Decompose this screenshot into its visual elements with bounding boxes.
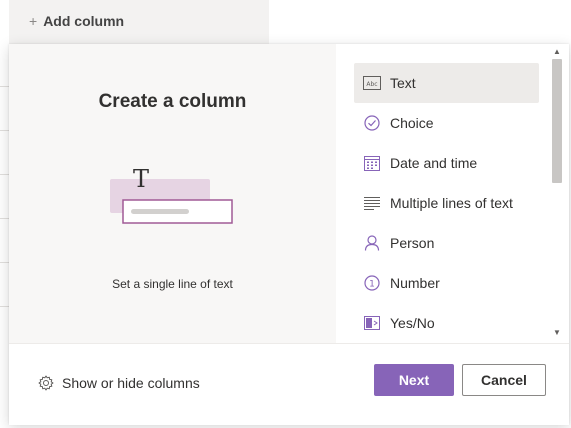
column-type-label: Choice <box>390 115 434 131</box>
multiline-text-icon <box>363 194 381 212</box>
list-header-add-column[interactable]: + Add column <box>9 0 269 44</box>
column-type-choice[interactable]: Choice <box>354 103 539 143</box>
number-circle-icon: 1 <box>363 274 381 292</box>
show-hide-columns-label: Show or hide columns <box>62 375 200 391</box>
column-type-label: Number <box>390 275 440 291</box>
text-column-illustration: T <box>110 165 233 224</box>
preview-pane: Create a column T Set a single line of t… <box>9 44 336 343</box>
dialog-title: Create a column <box>98 91 247 112</box>
scroll-down-icon[interactable]: ▼ <box>553 329 561 337</box>
cancel-button[interactable]: Cancel <box>462 364 546 396</box>
show-hide-columns-link[interactable]: Show or hide columns <box>38 375 200 391</box>
illustration-glyph: T <box>133 165 149 193</box>
list-divider <box>0 218 9 219</box>
plus-icon: + <box>29 13 38 29</box>
list-divider <box>0 306 9 307</box>
column-type-label: Person <box>390 235 435 251</box>
dialog-footer: Show or hide columns Next Cancel <box>9 343 569 425</box>
add-column-label: Add column <box>43 13 125 29</box>
create-column-dialog: Create a column T Set a single line of t… <box>9 44 569 425</box>
column-type-label: Yes/No <box>390 315 435 331</box>
scroll-up-icon[interactable]: ▲ <box>553 48 561 56</box>
gear-icon <box>38 375 54 391</box>
column-type-person[interactable]: Person <box>354 223 539 263</box>
text-box-icon: Abc <box>363 74 381 92</box>
scrollbar-thumb[interactable] <box>552 59 562 183</box>
list-divider <box>0 86 9 87</box>
add-column-button[interactable]: + Add column <box>29 13 124 29</box>
column-type-label: Date and time <box>390 155 478 171</box>
column-type-description: Set a single line of text <box>112 277 233 291</box>
list-divider <box>0 262 9 263</box>
column-type-text[interactable]: Abc Text <box>354 63 539 103</box>
text-box-icon-label: Abc <box>366 81 377 88</box>
next-button[interactable]: Next <box>374 364 454 396</box>
column-type-label: Text <box>390 75 416 91</box>
checkmark-circle-icon <box>363 114 381 132</box>
column-type-scrollbar[interactable]: ▲ ▼ <box>550 44 564 343</box>
toggle-icon <box>363 314 381 332</box>
person-icon <box>363 234 381 252</box>
calendar-icon <box>363 154 381 172</box>
column-type-label: Multiple lines of text <box>390 195 513 211</box>
column-type-list[interactable]: Abc Text Choice Date and time Multiple l… <box>354 63 539 341</box>
column-type-yes-no[interactable]: Yes/No <box>354 303 539 341</box>
list-divider <box>0 174 9 175</box>
list-divider <box>0 130 9 131</box>
number-icon-digit: 1 <box>369 280 375 290</box>
column-type-date-time[interactable]: Date and time <box>354 143 539 183</box>
column-type-multiline-text[interactable]: Multiple lines of text <box>354 183 539 223</box>
column-type-number[interactable]: 1 Number <box>354 263 539 303</box>
